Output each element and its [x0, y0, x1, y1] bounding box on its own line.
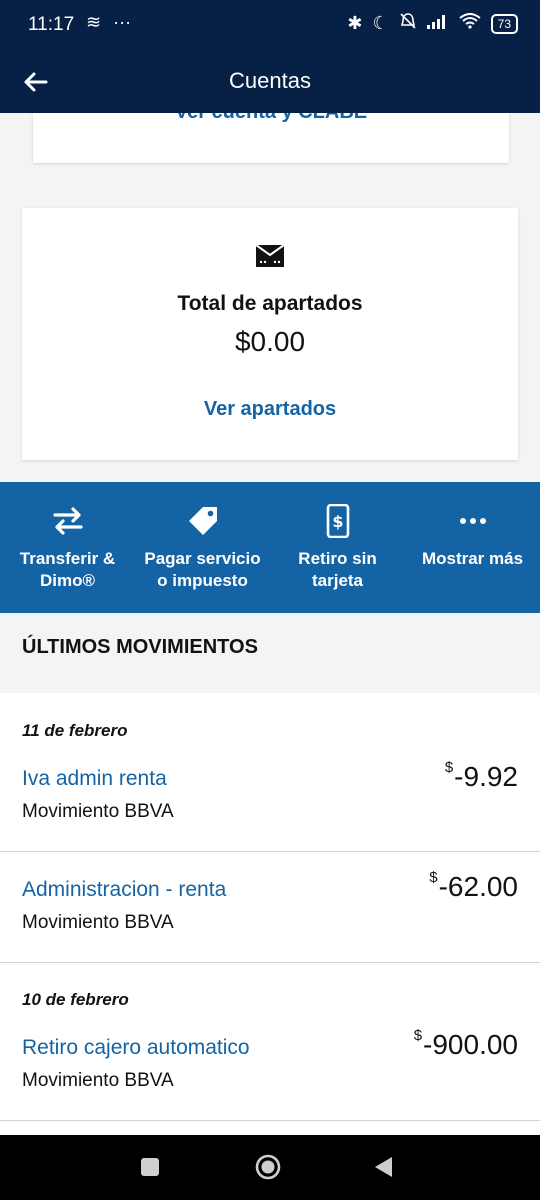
show-more-label: Mostrar más	[421, 549, 524, 568]
currency-symbol: $	[444, 759, 454, 776]
pay-service-label-1: Pagar servicio	[144, 549, 261, 568]
pay-service-label-2: o impuesto	[157, 571, 248, 590]
movement-amount: $-62.00	[429, 869, 518, 903]
cardless-withdrawal-button[interactable]: $ Retiro sin tarjeta	[270, 482, 405, 613]
apartados-amount: $0.00	[234, 326, 306, 357]
divider	[0, 851, 540, 852]
movement-amount: $-9.92	[444, 759, 518, 793]
amount-value: -900.00	[423, 1029, 518, 1060]
battery-icon: 73	[490, 13, 518, 34]
divider	[0, 1120, 540, 1121]
view-apartados-link[interactable]: Ver apartados	[22, 398, 518, 421]
show-more-button[interactable]: Mostrar más	[405, 482, 540, 613]
movement-title: Administracion - renta	[22, 878, 227, 901]
movement-amount: $-900.00	[413, 1027, 518, 1061]
date-header: 11 de febrero	[22, 721, 128, 740]
transfer-label-1: Transferir &	[19, 549, 116, 568]
movement-title: Retiro cajero automatico	[22, 1036, 250, 1059]
svg-text:$: $	[332, 512, 343, 531]
movement-subtitle: Movimiento BBVA	[22, 912, 174, 933]
tag-icon	[188, 507, 217, 535]
transfer-label-2: Dimo®	[39, 571, 96, 590]
account-card: Ver cuenta y CLABE	[33, 113, 509, 163]
divider	[0, 962, 540, 963]
movement-title: Iva admin renta	[22, 767, 167, 790]
withdrawal-label-2: tarjeta	[311, 571, 364, 590]
movement-subtitle: Movimiento BBVA	[22, 801, 174, 822]
phone-dollar-icon: $	[326, 504, 349, 538]
recents-square-icon[interactable]	[136, 1153, 164, 1181]
quick-actions-bar: Transferir & Dimo® Pagar servicio o impu…	[0, 482, 540, 613]
amount-value: -62.00	[438, 871, 518, 902]
currency-symbol: $	[429, 869, 438, 886]
pay-service-button[interactable]: Pagar servicio o impuesto	[135, 482, 270, 613]
system-nav-bar	[0, 1135, 540, 1200]
layers-icon: ≋	[86, 12, 102, 32]
currency-symbol: $	[413, 1027, 423, 1044]
page-title: Cuentas	[229, 68, 311, 93]
bluetooth-icon: ✱	[347, 13, 363, 33]
date-header: 10 de febrero	[22, 990, 129, 1009]
status-time: 11:17	[28, 14, 75, 35]
apartados-card: Total de apartados $0.00 Ver apartados	[22, 208, 518, 460]
wallet-icon	[255, 244, 285, 267]
amount-value: -9.92	[454, 761, 518, 792]
status-bar: 11:17 ≋ ··· ✱ ☾ 73	[0, 0, 540, 52]
transfer-button[interactable]: Transferir & Dimo®	[0, 482, 135, 613]
bell-off-icon	[399, 12, 417, 35]
app-bar: Cuentas	[0, 52, 540, 113]
more-dots-icon: ···	[113, 12, 132, 32]
view-account-link[interactable]: Ver cuenta y CLABE	[33, 113, 509, 124]
more-icon	[459, 518, 486, 524]
movement-subtitle: Movimiento BBVA	[22, 1070, 174, 1091]
movements-list: 11 de febrero Iva admin renta Movimiento…	[0, 693, 540, 1135]
signal-icon	[426, 13, 449, 34]
apartados-label: Total de apartados	[177, 292, 363, 315]
movements-section-title: ÚLTIMOS MOVIMIENTOS	[22, 636, 258, 658]
withdrawal-label-1: Retiro sin	[298, 549, 377, 568]
wifi-icon	[459, 13, 481, 34]
back-triangle-icon[interactable]	[370, 1153, 398, 1181]
transfer-icon	[52, 507, 83, 535]
home-circle-icon[interactable]	[254, 1153, 282, 1181]
moon-icon: ☾	[372, 13, 389, 33]
